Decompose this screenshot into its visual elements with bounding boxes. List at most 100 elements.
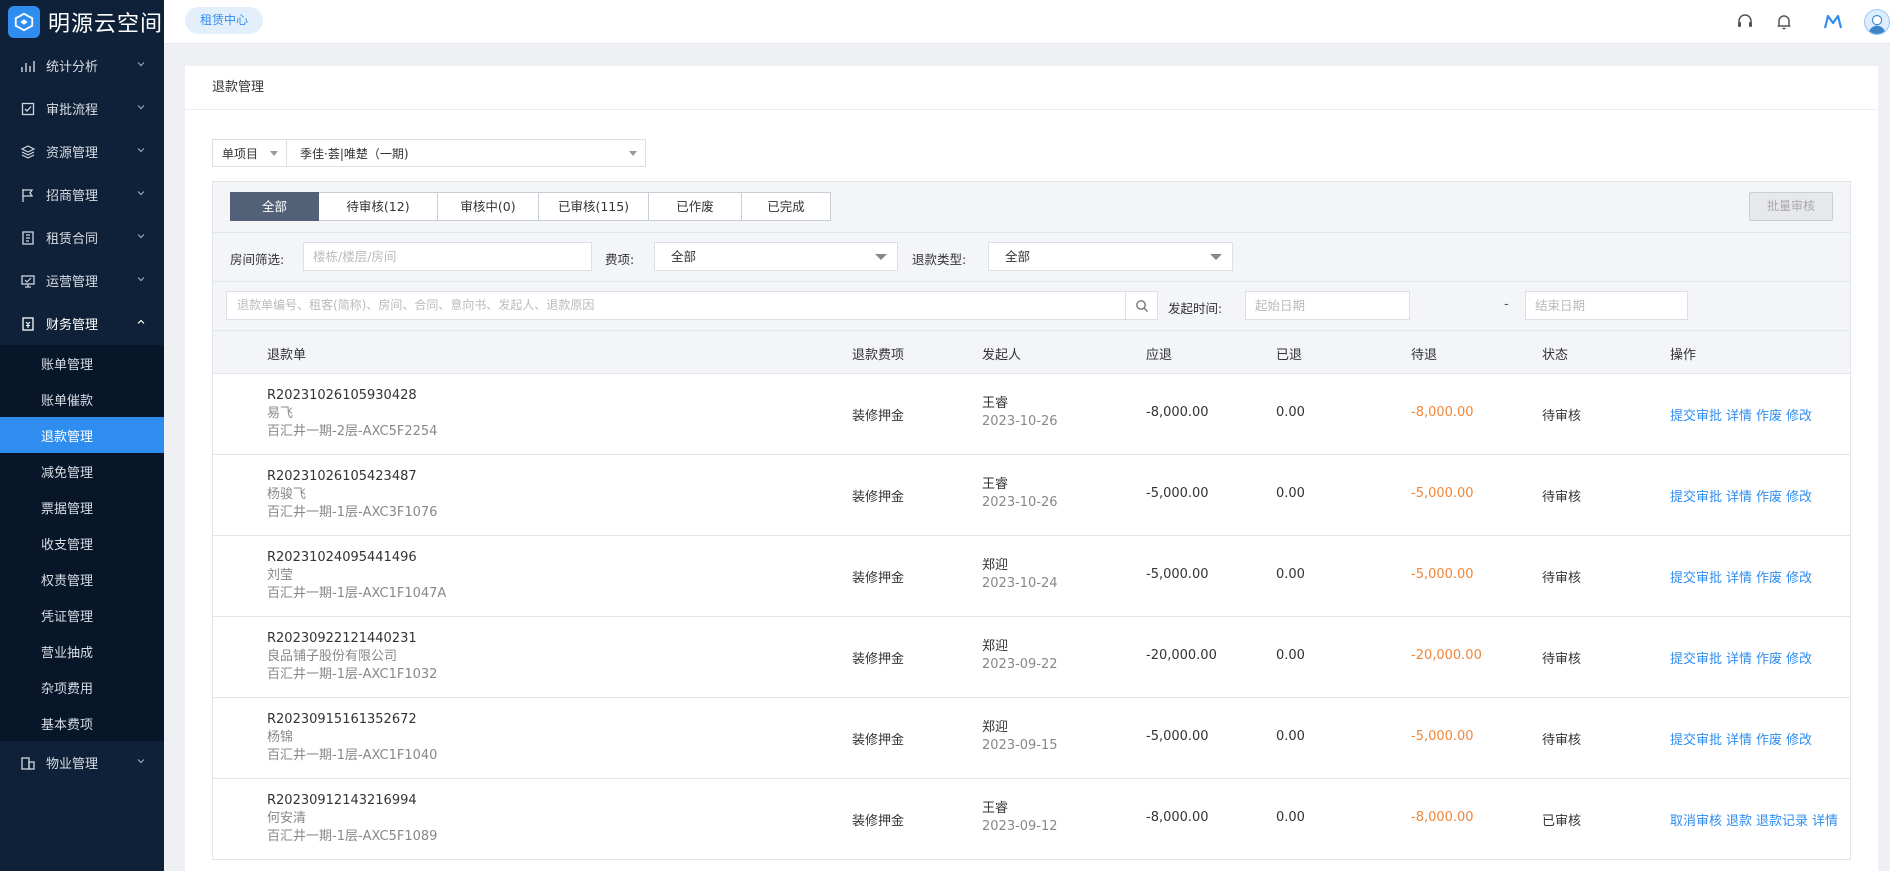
pending-amount: -20,000.00 [1411,648,1482,663]
sidebar-subitem-vouchers[interactable]: 凭证管理 [0,597,164,633]
refund-type-select[interactable]: 全部 [988,242,1233,271]
property-icon [20,755,36,771]
void-link[interactable]: 作废 [1756,486,1782,505]
details-link[interactable]: 详情 [1726,648,1752,667]
submit-approval-link[interactable]: 提交审批 [1670,486,1722,505]
bell-icon[interactable] [1773,11,1795,33]
sidebar-item-label: 统计分析 [46,60,99,75]
edit-link[interactable]: 修改 [1786,729,1812,748]
void-link[interactable]: 作废 [1756,567,1782,586]
edit-link[interactable]: 修改 [1786,486,1812,505]
top-bar: 租赁中心 [164,0,1890,44]
details-link[interactable]: 详情 [1812,810,1838,829]
sidebar-item-operations[interactable]: 运营管理 [0,259,164,302]
void-link[interactable]: 作废 [1756,405,1782,424]
caret-down-icon [629,151,637,156]
sidebar-subitem-refunds[interactable]: 退款管理 [0,417,164,453]
initiator-cell: 王睿 2023-10-26 [982,395,1058,431]
void-link[interactable]: 作废 [1756,729,1782,748]
details-link[interactable]: 详情 [1726,567,1752,586]
refund-records-link[interactable]: 退款记录 [1756,810,1808,829]
sidebar-subitem-invoices[interactable]: 票据管理 [0,489,164,525]
logo[interactable]: 明源云空间 [0,0,164,44]
project-select[interactable]: 季佳·荟|唯楚（一期) [287,139,646,167]
tab-all[interactable]: 全部 [230,192,319,221]
start-date-input[interactable]: 起始日期 [1245,291,1410,320]
row-actions: 提交审批 详情 作废 修改 [1670,567,1812,586]
sidebar-subitem-bills[interactable]: 账单管理 [0,345,164,381]
fee-select[interactable]: 全部 [654,242,898,271]
batch-approve-button[interactable]: 批量审核 [1749,192,1833,221]
sidebar-subitem-misc-fees[interactable]: 杂项费用 [0,669,164,705]
details-link[interactable]: 详情 [1726,405,1752,424]
details-link[interactable]: 详情 [1726,729,1752,748]
due-amount: -5,000.00 [1146,729,1209,744]
edit-link[interactable]: 修改 [1786,405,1812,424]
main-card: 退款管理 单项目 季佳·荟|唯楚（一期) 全部 待审核(12) 审核中(0) 已… [185,66,1878,871]
due-amount: -5,000.00 [1146,486,1209,501]
refund-type-label: 退款类型: [912,252,967,267]
project-mode-select[interactable]: 单项目 [212,139,287,167]
pending-amount: -5,000.00 [1411,729,1474,744]
sidebar-subitem-income-expense[interactable]: 收支管理 [0,525,164,561]
avatar[interactable] [1864,9,1890,35]
tab-leasing-center[interactable]: 租赁中心 [185,7,264,34]
submit-approval-link[interactable]: 提交审批 [1670,567,1722,586]
sidebar-item-statistics[interactable]: 统计分析 [0,44,164,87]
edit-link[interactable]: 修改 [1786,567,1812,586]
refund-code[interactable]: R20230912143216994 [267,792,437,810]
submit-approval-link[interactable]: 提交审批 [1670,729,1722,748]
search-icon [1135,299,1148,312]
refund-code[interactable]: R20230922121440231 [267,630,437,648]
sidebar-item-property[interactable]: 物业管理 [0,741,164,784]
sidebar-item-approval[interactable]: 审批流程 [0,87,164,130]
filter-row: 房间筛选: 楼栋/楼层/房间 费项: 全部 退款类型: 全部 [213,233,1850,282]
tenant-name: 刘莹 [267,568,294,583]
submit-approval-link[interactable]: 提交审批 [1670,648,1722,667]
end-date-input[interactable]: 结束日期 [1525,291,1688,320]
room-filter-input[interactable]: 楼栋/楼层/房间 [303,242,592,271]
brand-m-icon[interactable] [1822,11,1844,33]
initiator-cell: 王睿 2023-10-26 [982,476,1058,512]
status-text: 待审核 [1542,409,1582,424]
edit-link[interactable]: 修改 [1786,648,1812,667]
fee-item: 装修押金 [852,409,905,424]
row-actions: 提交审批 详情 作废 修改 [1670,729,1812,748]
sidebar-item-leasing[interactable]: 招商管理 [0,173,164,216]
chevron-down-icon [137,277,145,282]
sidebar-subitem-bill-reminders[interactable]: 账单催款 [0,381,164,417]
sidebar-subitem-commission[interactable]: 营业抽成 [0,633,164,669]
search-input[interactable]: 退款单编号、租客(简称)、房间、合同、意向书、发起人、退款原因 [226,291,1126,320]
chevron-down-icon [137,191,145,196]
sidebar-subitem-accruals[interactable]: 权责管理 [0,561,164,597]
headset-icon[interactable] [1734,11,1756,33]
submit-approval-link[interactable]: 提交审批 [1670,405,1722,424]
cancel-approval-link[interactable]: 取消审核 [1670,810,1722,829]
paid-amount: 0.00 [1276,486,1305,501]
tab-completed[interactable]: 已完成 [742,192,831,221]
col-paid: 已退 [1276,348,1303,363]
refund-code[interactable]: R20231024095441496 [267,549,446,567]
details-link[interactable]: 详情 [1726,486,1752,505]
refund-code[interactable]: R20231026105423487 [267,468,437,486]
due-amount: -8,000.00 [1146,405,1209,420]
sidebar-subitem-reductions[interactable]: 减免管理 [0,453,164,489]
sidebar-item-finance[interactable]: 财务管理 [0,302,164,345]
sidebar-item-contracts[interactable]: 租赁合同 [0,216,164,259]
void-link[interactable]: 作废 [1756,648,1782,667]
tab-reviewing[interactable]: 审核中(0) [438,192,539,221]
sidebar-item-resources[interactable]: 资源管理 [0,130,164,173]
fee-item: 装修押金 [852,733,905,748]
refund-code[interactable]: R20230915161352672 [267,711,437,729]
tab-voided[interactable]: 已作废 [649,192,742,221]
refund-code[interactable]: R20231026105930428 [267,387,437,405]
tab-pending[interactable]: 待审核(12) [319,192,438,221]
checkbox-icon [20,101,36,117]
sidebar-subitem-basic-fees[interactable]: 基本费项 [0,705,164,741]
refund-link[interactable]: 退款 [1726,810,1752,829]
search-button[interactable] [1125,291,1158,320]
sidebar-item-label: 资源管理 [46,146,99,161]
tab-approved[interactable]: 已审核(115) [539,192,649,221]
row-actions: 提交审批 详情 作废 修改 [1670,648,1812,667]
sidebar-item-label: 财务管理 [46,318,99,333]
